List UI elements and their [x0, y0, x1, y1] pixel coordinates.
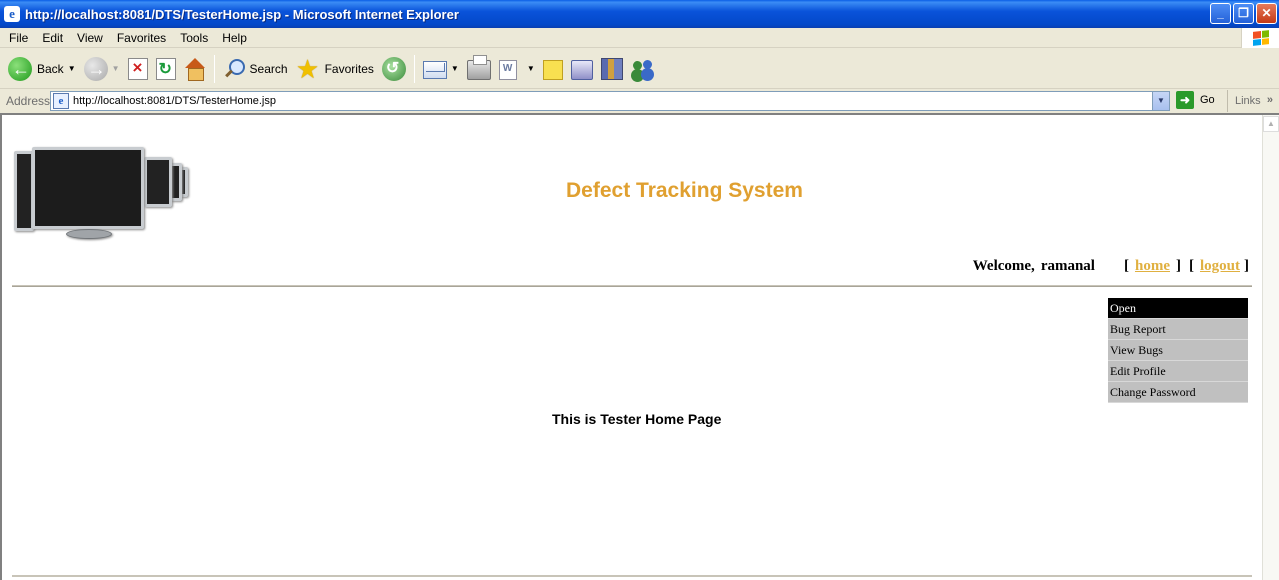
research-button[interactable] — [597, 51, 627, 87]
mail-button[interactable]: ▼ — [419, 51, 463, 87]
menu-item-bug-report[interactable]: Bug Report — [1108, 319, 1248, 340]
printer-icon — [466, 54, 491, 80]
welcome-label: Welcome, — [972, 258, 1035, 274]
vertical-scrollbar[interactable]: ▲ — [1262, 115, 1279, 580]
favorites-button[interactable]: ★ Favorites — [292, 51, 378, 87]
menu-bar: File Edit View Favorites Tools Help — [0, 28, 1279, 48]
ie-icon: e — [4, 6, 20, 22]
note-icon — [542, 59, 563, 80]
monitor-graphic — [14, 151, 34, 231]
monitor-stand — [66, 229, 112, 239]
stop-button[interactable] — [124, 51, 152, 87]
menu-help[interactable]: Help — [215, 31, 254, 45]
forward-arrow-icon — [83, 56, 108, 81]
address-url[interactable]: http://localhost:8081/DTS/TesterHome.jsp — [73, 95, 276, 107]
search-icon — [223, 58, 245, 80]
windows-logo — [1241, 28, 1279, 48]
logout-link[interactable]: logout — [1200, 258, 1240, 275]
menu-item-open[interactable]: Open — [1108, 298, 1248, 319]
history-button[interactable] — [378, 51, 410, 87]
address-bar: Address e http://localhost:8081/DTS/Test… — [0, 90, 1279, 112]
monitor-graphic — [32, 147, 144, 229]
toolbar-separator — [213, 54, 215, 83]
favorites-label: Favorites — [324, 61, 374, 76]
menu-edit[interactable]: Edit — [35, 31, 70, 45]
menu-item-view-bugs[interactable]: View Bugs — [1108, 340, 1248, 361]
menu-tools[interactable]: Tools — [173, 31, 215, 45]
mail-dropdown-icon[interactable]: ▼ — [451, 64, 459, 73]
username: ramanal — [1040, 258, 1095, 274]
go-button[interactable]: ➜ Go — [1176, 91, 1215, 109]
maximize-button[interactable]: ❐ — [1233, 3, 1254, 24]
refresh-button[interactable] — [152, 51, 180, 87]
page-viewport: Defect Tracking System Welcome, ramanal … — [0, 113, 1279, 580]
edit-button[interactable]: ▼ — [495, 51, 539, 87]
stop-icon — [127, 57, 148, 80]
go-arrow-icon: ➜ — [1176, 91, 1194, 109]
footer-divider — [12, 575, 1252, 577]
window-title-bar[interactable]: e http://localhost:8081/DTS/TesterHome.j… — [0, 0, 1279, 28]
standard-toolbar: Back ▼ ▼ Search ★ Favorites ▼ ▼ — [0, 49, 1279, 89]
menu-view[interactable]: View — [70, 31, 110, 45]
refresh-icon — [155, 57, 176, 80]
bracket: [ — [1123, 258, 1129, 274]
links-label: Links — [1235, 95, 1261, 107]
messenger-button[interactable] — [567, 51, 597, 87]
windows-flag-icon — [1252, 30, 1269, 46]
research-books-icon — [600, 57, 623, 80]
menu-item-edit-profile[interactable]: Edit Profile — [1108, 361, 1248, 382]
edit-document-icon — [498, 59, 517, 80]
people-icon — [631, 58, 655, 80]
side-menu: Open Bug Report View Bugs Edit Profile C… — [1108, 298, 1248, 403]
page-heading: This is Tester Home Page — [552, 411, 722, 427]
bracket: ] — [1175, 258, 1181, 274]
home-link[interactable]: home — [1135, 258, 1170, 275]
back-button[interactable]: Back ▼ — [4, 51, 80, 87]
minimize-button[interactable]: _ — [1210, 3, 1231, 24]
menu-file[interactable]: File — [0, 31, 35, 45]
user-header: Welcome, ramanal [ home ] [ logout ] — [973, 258, 1249, 275]
monitors-banner-image — [14, 145, 192, 243]
bracket: [ — [1188, 258, 1194, 274]
home-icon — [184, 57, 206, 81]
history-icon — [381, 56, 406, 81]
links-bar[interactable]: Links » — [1227, 90, 1279, 112]
favorites-star-icon: ★ — [295, 53, 320, 84]
go-label: Go — [1200, 94, 1215, 106]
header-divider — [12, 285, 1252, 287]
page-icon: e — [53, 93, 69, 109]
search-label: Search — [249, 61, 288, 76]
back-arrow-icon — [8, 56, 32, 81]
toolbar-separator — [413, 54, 415, 83]
address-input[interactable]: e http://localhost:8081/DTS/TesterHome.j… — [50, 91, 1170, 111]
messenger-icon — [570, 59, 593, 80]
bracket: ] — [1244, 258, 1249, 274]
home-button[interactable] — [180, 51, 210, 87]
links-chevron-icon[interactable]: » — [1267, 90, 1273, 110]
monitor-graphic — [144, 157, 172, 207]
back-label: Back — [37, 61, 64, 76]
back-dropdown-icon[interactable]: ▼ — [68, 64, 76, 73]
menu-item-change-password[interactable]: Change Password — [1108, 382, 1248, 403]
window-title: http://localhost:8081/DTS/TesterHome.jsp… — [25, 6, 459, 22]
close-button[interactable]: ✕ — [1256, 3, 1277, 24]
address-dropdown-icon[interactable]: ▼ — [1152, 92, 1169, 110]
contacts-button[interactable] — [627, 51, 659, 87]
address-label: Address — [6, 94, 51, 108]
scroll-up-icon[interactable]: ▲ — [1263, 116, 1279, 132]
edit-dropdown-icon[interactable]: ▼ — [527, 64, 535, 73]
search-button[interactable]: Search — [219, 51, 292, 87]
forward-button[interactable]: ▼ — [80, 51, 124, 87]
menu-favorites[interactable]: Favorites — [110, 31, 173, 45]
notes-button[interactable] — [539, 51, 567, 87]
forward-dropdown-icon[interactable]: ▼ — [112, 64, 120, 73]
site-title: Defect Tracking System — [566, 179, 803, 202]
mail-icon — [422, 61, 447, 79]
print-button[interactable] — [463, 51, 495, 87]
